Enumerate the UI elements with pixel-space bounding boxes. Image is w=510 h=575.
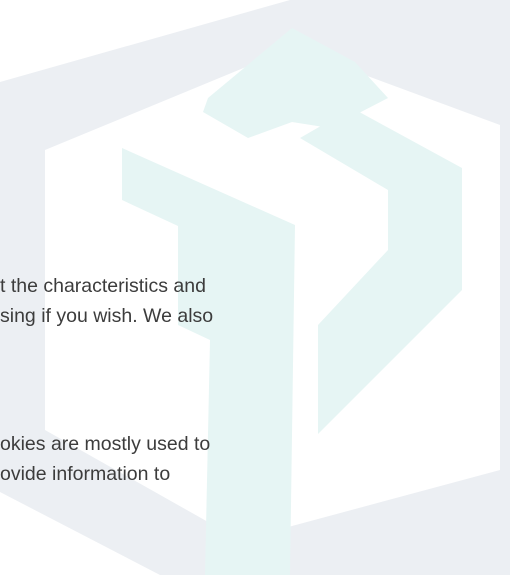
page: t the characteristics and sing if you wi… [0,0,510,575]
paragraph-cookie-usage: okies are mostly used to ovide informati… [0,429,510,489]
paragraph-line: t the characteristics and [0,275,206,297]
paragraph-line: ovide information to [0,463,171,485]
paragraph-line: sing if you wish. We also [0,305,214,327]
paragraph-cookie-preferences: t the characteristics and sing if you wi… [0,271,510,331]
paragraph-line: okies are mostly used to [0,433,211,455]
